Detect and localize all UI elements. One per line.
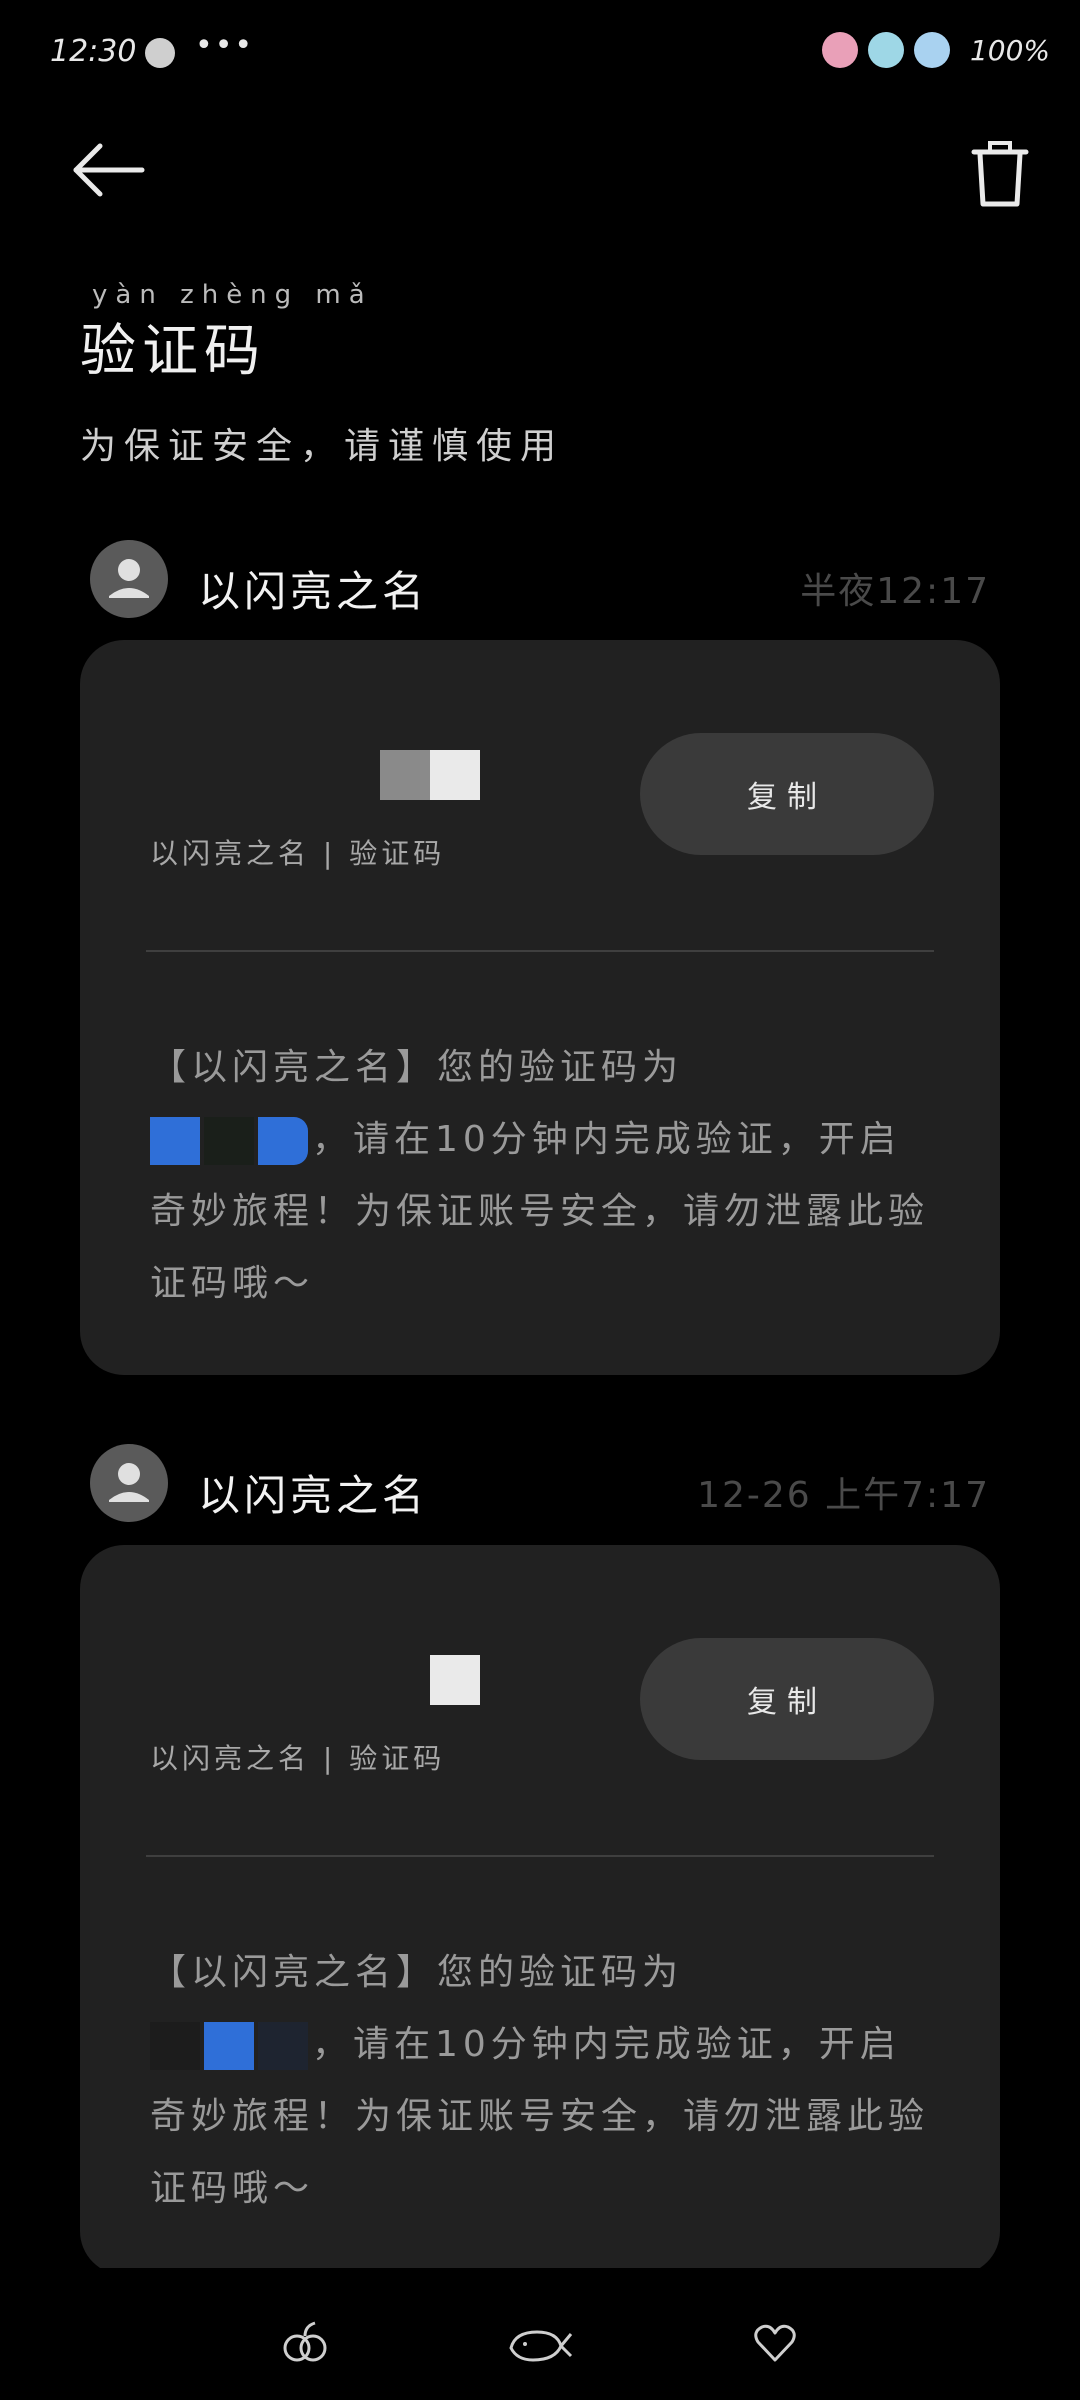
back-arrow-icon [73,143,145,197]
nav-button-back[interactable] [750,2318,810,2368]
more-notifications-icon: ••• [195,28,255,63]
cat-sticker-icon [913,32,950,68]
nav-button-recents[interactable] [505,2318,573,2368]
delete-button[interactable] [970,140,1030,210]
fruit-icon [283,2321,327,2362]
code-redaction [204,1117,254,1165]
code-redaction [380,750,430,800]
sender-name: 以闪亮之名 [198,567,429,616]
person-icon [109,559,149,598]
code-redaction [430,1655,480,1705]
message-prefix: 【以闪亮之名】您的验证码为 [150,1952,684,1993]
trash-icon [971,141,1029,207]
code-redaction [150,1117,200,1165]
page-header: yàn zhèng mǎ 验证码 为保证安全，请谨慎使用 [80,280,564,469]
flower-sticker-icon [821,32,858,68]
message-card: 以闪亮之名 | 验证码 复制 【以闪亮之名】您的验证码为 ，请在10分钟内完成验… [80,1545,1000,2275]
battery-level: 100% [969,33,1050,67]
page-subtitle: 为保证安全，请谨慎使用 [80,426,565,467]
person-icon [109,1463,149,1502]
message-header: 以闪亮之名 半夜12:17 [90,540,990,620]
avatar [90,540,168,618]
message-body: 【以闪亮之名】您的验证码为 ，请在10分钟内完成验证，开启奇妙旅程！为保证账号安… [150,1032,930,1320]
message-timestamp: 半夜12:17 [800,571,990,612]
page-title: 验证码 [80,319,266,384]
status-right: 100% [821,30,1050,70]
wifi-icon [867,32,904,68]
code-source-label: 以闪亮之名 | 验证码 [150,837,446,870]
divider [146,1855,934,1857]
app-notification-icon [145,38,175,68]
code-redaction [204,2022,254,2070]
code-redaction [150,2022,200,2070]
message-body: 【以闪亮之名】您的验证码为 ，请在10分钟内完成验证，开启奇妙旅程！为保证账号安… [150,1937,930,2225]
copy-button[interactable]: 复制 [640,733,934,855]
code-redaction [430,750,480,800]
back-button[interactable] [70,140,150,200]
heart-icon [754,2324,796,2362]
status-time: 12:30 [50,34,137,69]
message-prefix: 【以闪亮之名】您的验证码为 [150,1047,684,1088]
message-header: 以闪亮之名 12-26 上午7:17 [90,1444,990,1524]
bottom-navigation [0,2268,1080,2400]
copy-button[interactable]: 复制 [640,1638,934,1760]
whale-icon [509,2330,573,2362]
verification-code-block: 以闪亮之名 | 验证码 [150,1655,500,1775]
top-bar [0,110,1080,230]
divider [146,950,934,952]
message-card: 以闪亮之名 | 验证码 复制 【以闪亮之名】您的验证码为 ，请在10分钟内完成验… [80,640,1000,1375]
status-bar: 12:30 ••• 100% [0,0,1080,110]
code-redaction [258,1117,308,1165]
code-redaction [258,2022,308,2070]
code-source-label: 以闪亮之名 | 验证码 [150,1742,446,1775]
message-timestamp: 12-26 上午7:17 [697,1475,990,1516]
sender-name: 以闪亮之名 [198,1471,429,1520]
verification-code-block: 以闪亮之名 | 验证码 [150,750,500,870]
avatar [90,1444,168,1522]
nav-button-home[interactable] [275,2318,335,2368]
